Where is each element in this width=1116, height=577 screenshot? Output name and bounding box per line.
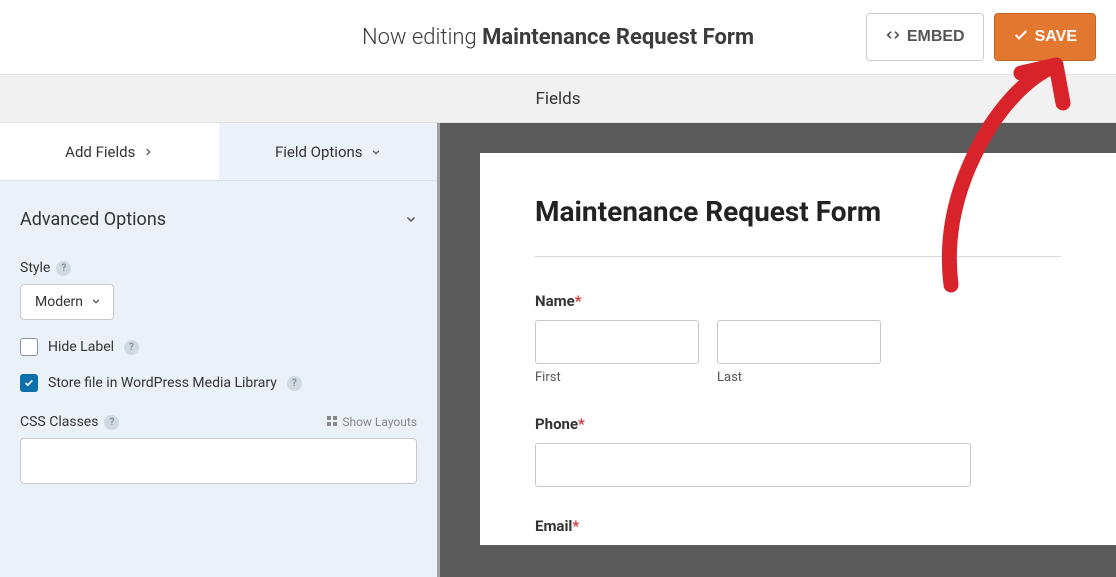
help-icon[interactable]: ?: [56, 261, 71, 276]
form-name-text: Maintenance Request Form: [482, 25, 754, 50]
embed-button[interactable]: EMBED: [866, 13, 984, 61]
code-icon: [885, 27, 901, 48]
css-classes-input[interactable]: [20, 438, 417, 484]
first-sublabel: First: [535, 370, 699, 385]
phone-input[interactable]: [535, 443, 971, 487]
chevron-down-icon: [371, 143, 381, 161]
form-title: Maintenance Request Form: [535, 195, 1061, 228]
divider: [535, 256, 1061, 257]
css-classes-label: CSS Classes ?: [20, 414, 119, 430]
chevron-down-icon: [405, 209, 417, 230]
store-file-text: Store file in WordPress Media Library: [48, 375, 277, 391]
hide-label-text: Hide Label: [48, 339, 114, 355]
tab-label: Field Options: [275, 143, 363, 161]
editor-topbar: Now editing Maintenance Request Form EMB…: [0, 0, 1116, 75]
show-layouts-label: Show Layouts: [342, 415, 417, 429]
show-layouts-button[interactable]: Show Layouts: [326, 415, 417, 430]
editing-prefix: Now editing: [362, 25, 482, 50]
hide-label-checkbox[interactable]: [20, 338, 38, 356]
advanced-options-label: Advanced Options: [20, 209, 166, 230]
style-label: Style ?: [20, 260, 417, 276]
fields-header: Fields: [0, 75, 1116, 123]
style-select[interactable]: Modern: [20, 284, 114, 320]
style-value: Modern: [35, 294, 83, 310]
first-name-input[interactable]: [535, 320, 699, 364]
form-card: Maintenance Request Form Name* First Las…: [480, 153, 1116, 545]
last-name-input[interactable]: [717, 320, 881, 364]
embed-label: EMBED: [907, 28, 965, 46]
help-icon[interactable]: ?: [287, 376, 302, 391]
save-label: SAVE: [1035, 28, 1077, 46]
fields-header-label: Fields: [535, 89, 580, 109]
sidebar-tabs: Add Fields Field Options: [0, 123, 437, 181]
save-button[interactable]: SAVE: [994, 13, 1096, 61]
check-icon: [1013, 27, 1029, 48]
chevron-down-icon: [91, 294, 101, 310]
tab-field-options[interactable]: Field Options: [219, 123, 438, 181]
tab-add-fields[interactable]: Add Fields: [0, 123, 219, 181]
chevron-right-icon: [143, 143, 153, 161]
help-icon[interactable]: ?: [124, 340, 139, 355]
help-icon[interactable]: ?: [104, 415, 119, 430]
sidebar: Add Fields Field Options Advanced Option…: [0, 123, 440, 577]
tab-label: Add Fields: [65, 143, 135, 161]
advanced-options-toggle[interactable]: Advanced Options: [0, 181, 437, 252]
topbar-actions: EMBED SAVE: [866, 13, 1096, 61]
email-label: Email*: [535, 517, 1061, 535]
grid-icon: [326, 415, 338, 430]
form-preview: Maintenance Request Form Name* First Las…: [440, 123, 1116, 577]
store-file-checkbox[interactable]: [20, 374, 38, 392]
last-sublabel: Last: [717, 370, 881, 385]
phone-label: Phone*: [535, 415, 1061, 433]
name-label: Name*: [535, 292, 1061, 310]
